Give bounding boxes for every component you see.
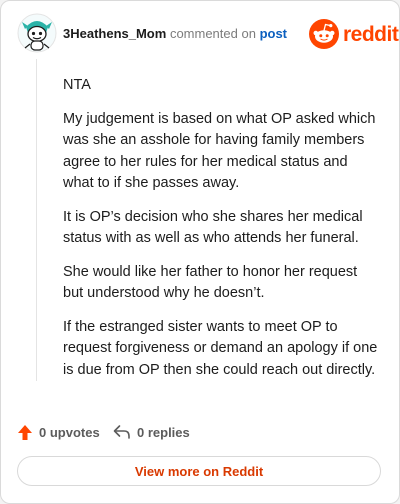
reddit-logo[interactable]: reddit: [309, 19, 399, 49]
view-more-on-reddit-button[interactable]: View more on Reddit: [17, 456, 381, 486]
comment-paragraph: NTA: [63, 77, 91, 93]
post-link[interactable]: post: [260, 26, 287, 41]
comment-paragraph: If the estranged sister wants to meet OP…: [63, 318, 378, 378]
comment-paragraph: It is OP’s decision who she shares her m…: [63, 208, 363, 247]
thread-line: [36, 59, 37, 381]
reply-arrow-icon: [113, 425, 130, 439]
reddit-snoo-icon: [309, 19, 339, 49]
upvote-count: 0 upvotes: [39, 424, 100, 440]
reddit-wordmark: reddit: [343, 23, 399, 46]
upvote-button[interactable]: 0 upvotes: [17, 421, 100, 443]
comment-meta: 3Heathens_Mom commented on post: [63, 26, 287, 41]
comment-header: 3Heathens_Mom commented on post reddit: [17, 13, 399, 55]
user-avatar[interactable]: [17, 13, 57, 53]
username-link[interactable]: 3Heathens_Mom: [63, 26, 166, 41]
commented-on-text: commented on: [169, 26, 256, 41]
comment-body: NTA My judgement is based on what OP ask…: [63, 75, 379, 393]
comment-paragraph: My judgement is based on what OP asked w…: [63, 110, 376, 192]
reply-count: 0 replies: [137, 424, 190, 440]
reply-button[interactable]: 0 replies: [113, 421, 190, 443]
avatar-snoo-icon: [17, 13, 57, 53]
embedded-comment-card: 3Heathens_Mom commented on post reddit N…: [0, 0, 400, 504]
arrow-up-icon: [18, 424, 32, 440]
comment-paragraph: She would like her father to honor her r…: [63, 263, 358, 302]
comment-actions: 0 upvotes 0 replies: [17, 421, 377, 443]
